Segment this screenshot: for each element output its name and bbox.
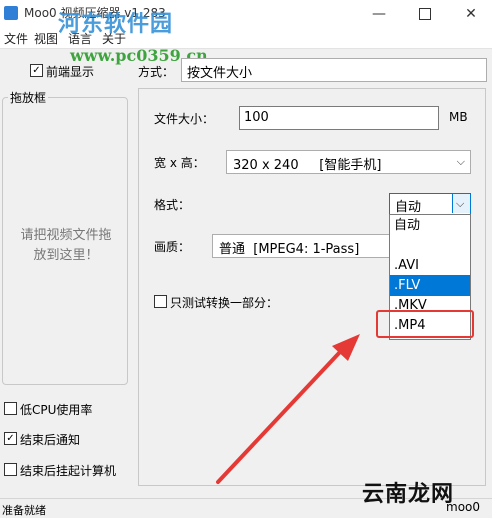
- watermark-title: 河东软件园: [58, 11, 174, 37]
- resolution-label: 宽 x 高：: [154, 156, 205, 170]
- highlight-box: [376, 310, 474, 338]
- chevron-down-icon: ⌵: [456, 197, 465, 210]
- filesize-label: 文件大小：: [154, 112, 215, 126]
- low-cpu-checkbox[interactable]: [4, 402, 17, 415]
- format-option-avi[interactable]: .AVI: [390, 255, 470, 276]
- always-on-top-checkbox[interactable]: ✓: [30, 64, 43, 77]
- test-part-checkbox[interactable]: [154, 295, 167, 308]
- resolution-select[interactable]: 320 x 240 [智能手机] ⌵: [226, 150, 471, 174]
- dropzone-title: 拖放框: [8, 89, 49, 106]
- quality-label: 画质：: [154, 240, 191, 254]
- format-option-auto[interactable]: 自动: [390, 215, 470, 236]
- menu-view[interactable]: 视图: [34, 30, 58, 47]
- close-button[interactable]: ✕: [448, 0, 492, 28]
- method-label: 方式：: [138, 65, 175, 79]
- minimize-button[interactable]: —: [356, 0, 402, 28]
- filesize-input[interactable]: 100: [239, 106, 439, 130]
- maximize-button[interactable]: [402, 0, 448, 28]
- quality-select[interactable]: 普通 [MPEG4: 1-Pass]: [212, 234, 390, 258]
- low-cpu-label: 低CPU使用率: [20, 403, 93, 417]
- sleep-checkbox[interactable]: [4, 463, 17, 476]
- notify-label: 结束后通知: [20, 433, 81, 447]
- close-icon: ✕: [465, 6, 477, 22]
- menu-file[interactable]: 文件: [4, 30, 28, 47]
- format-select[interactable]: 自动 ⌵: [389, 193, 471, 216]
- sleep-label: 结束后挂起计算机: [20, 464, 117, 478]
- chevron-down-icon: ⌵: [456, 155, 465, 168]
- watermark-corner: 云南龙网: [362, 482, 455, 507]
- maximize-icon: [419, 8, 431, 20]
- method-value: 按文件大小: [187, 66, 253, 81]
- format-option-flv[interactable]: .FLV: [390, 275, 470, 296]
- app-icon: [4, 6, 18, 20]
- filesize-unit: MB: [449, 110, 468, 124]
- format-label: 格式：: [154, 198, 191, 212]
- format-value: 自动: [395, 200, 422, 215]
- filesize-value: 100: [244, 110, 269, 125]
- minimize-icon: —: [372, 6, 386, 22]
- quality-value: 普通 [MPEG4: 1-Pass]: [219, 242, 360, 257]
- resolution-value: 320 x 240 [智能手机]: [233, 158, 382, 173]
- test-part-label: 只测试转换一部分：: [170, 296, 279, 310]
- check-icon: ✓: [32, 64, 41, 76]
- notify-checkbox[interactable]: ✓: [4, 432, 17, 445]
- check-icon: ✓: [6, 432, 15, 444]
- dropzone-hint: 请把视频文件拖 放到这里！: [20, 228, 112, 263]
- always-on-top-label: 前端显示: [46, 65, 95, 79]
- method-select[interactable]: 按文件大小: [181, 58, 487, 82]
- status-text: 准备就绪: [2, 504, 46, 517]
